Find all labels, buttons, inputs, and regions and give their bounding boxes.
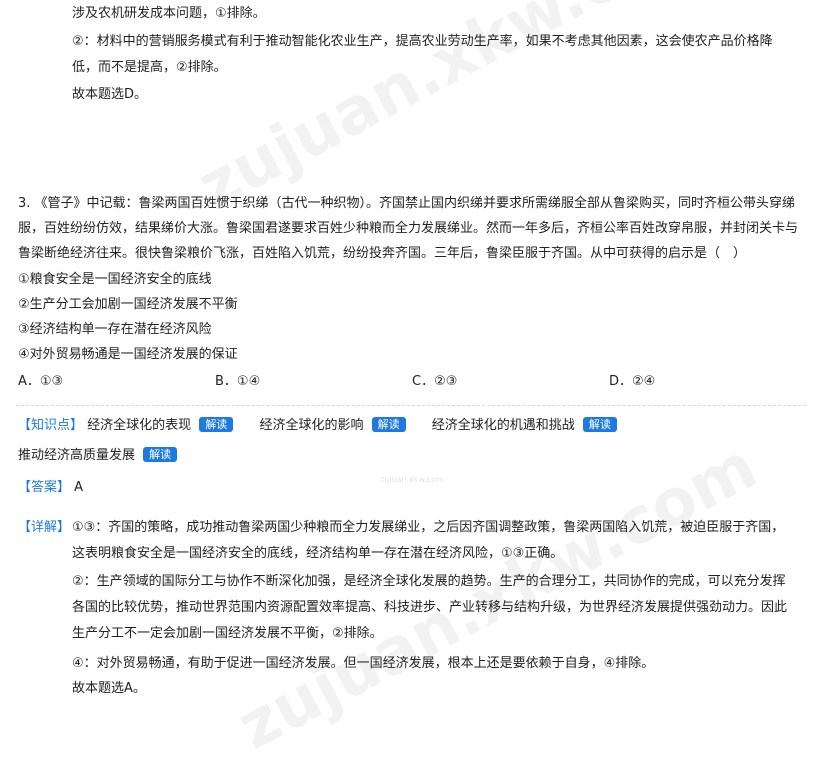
option-c[interactable]: C．②③ <box>412 372 457 392</box>
option-a[interactable]: A．①③ <box>18 372 63 392</box>
statement: ③经济结构单一存在潜在经济风险 <box>18 322 212 337</box>
statement: ①粮食安全是一国经济安全的底线 <box>18 272 212 287</box>
watermark-small: zujuan.xkw.com <box>380 475 444 484</box>
prev-line: 涉及农机研发成本问题，①排除。 <box>72 6 266 21</box>
detail-line: 生产分工不一定会加剧一国经济发展不平衡，②排除。 <box>72 626 383 641</box>
answer-row: 【答案】 A <box>18 478 83 498</box>
question-stem-line: 服，百姓纷纷仿效，结果绨价大涨。鲁梁国君遂要求百姓少种粮而全力发展绨业。然而一年… <box>18 221 799 236</box>
statement: ②生产分工会加剧一国经济发展不平衡 <box>18 297 238 312</box>
knowledge-item: 经济全球化的影响 解读 <box>259 416 406 436</box>
detail-line: 故本题选A。 <box>72 681 146 696</box>
knowledge-item: 经济全球化的表现 解读 <box>87 416 234 436</box>
interpret-button[interactable]: 解读 <box>143 447 178 462</box>
statement: ④对外贸易畅通是一国经济发展的保证 <box>18 347 238 362</box>
knowledge-row: 推动经济高质量发展 解读 <box>18 446 178 466</box>
knowledge-item: 经济全球化的机遇和挑战 解读 <box>432 416 617 436</box>
knowledge-item-label: 经济全球化的表现 <box>87 418 192 433</box>
knowledge-item-label: 经济全球化的影响 <box>259 418 364 433</box>
knowledge-tag: 【知识点】 <box>18 418 84 433</box>
knowledge-row: 【知识点】 经济全球化的表现 解读 经济全球化的影响 解读 经济全球化的机遇和挑… <box>18 416 639 436</box>
answer-value: A <box>74 480 84 495</box>
detail-line: 这表明粮食安全是一国经济安全的底线，经济结构单一存在潜在经济风险，①③正确。 <box>72 546 564 561</box>
question-stem-line: 3. 《管子》中记载：鲁梁两国百姓惯于织绨（古代一种织物）。齐国禁止国内织绨并要… <box>18 196 796 211</box>
answer-tag: 【答案】 <box>18 480 71 495</box>
detail-line: ②：生产领域的国际分工与协作不断深化加强，是经济全球化发展的趋势。生产的合理分工… <box>72 574 786 589</box>
watermark: zujuan.xkw.com <box>226 429 769 765</box>
question-stem-line: 鲁梁断绝经济往来。很快鲁梁粮价飞涨，百姓陷入饥荒，纷纷投奔齐国。三年后，鲁梁臣服… <box>18 246 747 261</box>
divider <box>16 405 806 406</box>
prev-line: 故本题选D。 <box>72 87 148 102</box>
option-d[interactable]: D．②④ <box>609 372 655 392</box>
knowledge-item-label: 推动经济高质量发展 <box>18 448 136 463</box>
option-b[interactable]: B．①④ <box>215 372 260 392</box>
prev-line: ②：材料中的营销服务模式有利于推动智能化农业生产，提高农业劳动生产率，如果不考虑… <box>72 34 773 49</box>
interpret-button[interactable]: 解读 <box>582 417 617 432</box>
detail-line: ④：对外贸易畅通，有助于促进一国经济发展。但一国经济发展，根本上还是要依赖于自身… <box>72 656 655 671</box>
detail-line: 各国的比较优势，推动世界范围内资源配置效率提高、科技进步、产业转移与结构升级，为… <box>72 600 788 615</box>
knowledge-item-label: 经济全球化的机遇和挑战 <box>431 418 575 433</box>
prev-line: 低，而不是提高，②排除。 <box>72 60 227 75</box>
interpret-button[interactable]: 解读 <box>199 417 234 432</box>
detail-tag: 【详解】 <box>18 520 71 535</box>
detail-line: ①③：齐国的策略，成功推动鲁梁两国少种粮而全力发展绨业，之后因齐国调整政策，鲁梁… <box>72 520 785 535</box>
interpret-button[interactable]: 解读 <box>371 417 406 432</box>
